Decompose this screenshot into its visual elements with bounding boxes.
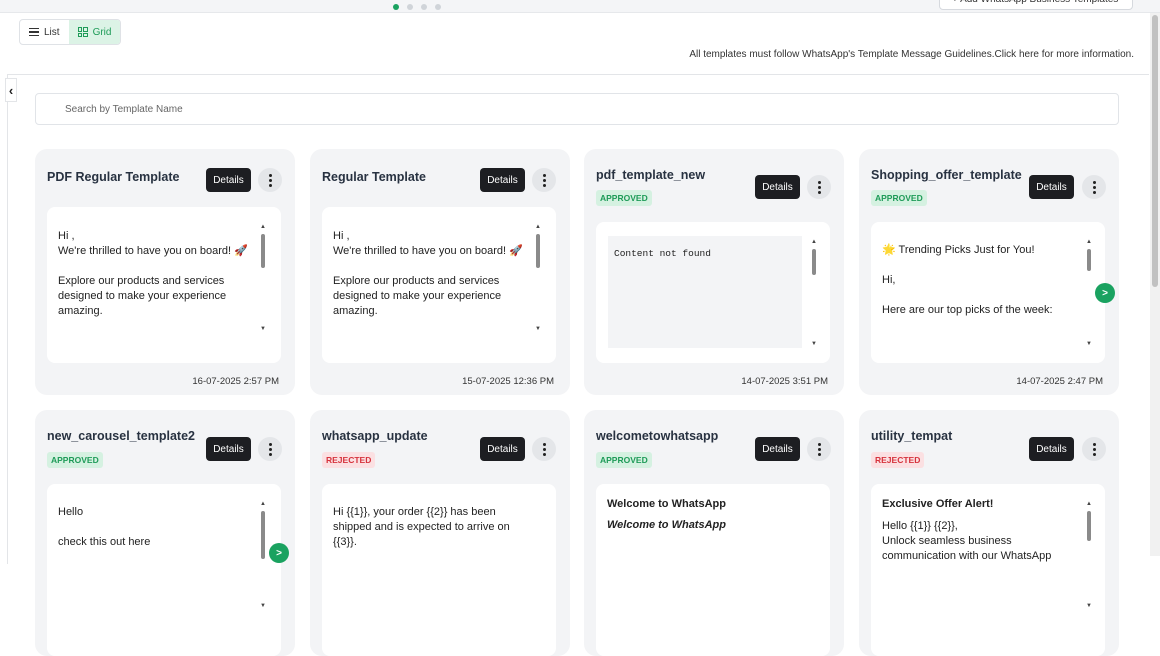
carousel-next-button[interactable]: >: [269, 543, 289, 563]
grid-view-button[interactable]: Grid: [68, 20, 121, 44]
template-preview: 🌟 Trending Picks Just for You! Hi, Here …: [871, 222, 1105, 363]
pagination-dots: [393, 0, 483, 10]
template-title: welcometowhatsapp: [596, 429, 719, 443]
preview-text: Hi , We're thrilled to have you on board…: [333, 230, 523, 317]
details-button[interactable]: Details: [480, 168, 525, 192]
more-options-icon[interactable]: [807, 175, 831, 199]
template-date: 16-07-2025 2:57 PM: [192, 376, 279, 387]
details-button[interactable]: Details: [1029, 437, 1074, 461]
template-preview: Hello check this out here ▲ ▼: [47, 484, 281, 656]
preview-text: 🌟 Trending Picks Just for You! Hi, Here …: [882, 244, 1053, 316]
template-card[interactable]: whatsapp_update REJECTED Details Hi {{1}…: [310, 410, 570, 656]
status-badge: APPROVED: [47, 452, 103, 468]
list-label: List: [44, 26, 60, 38]
dot-active[interactable]: [393, 4, 399, 10]
more-options-icon[interactable]: [258, 437, 282, 461]
details-button[interactable]: Details: [755, 175, 800, 199]
template-date: 14-07-2025 3:51 PM: [741, 376, 828, 387]
template-title: utility_tempat: [871, 429, 953, 443]
page-scrollbar[interactable]: [1150, 13, 1160, 556]
template-date: 14-07-2025 2:47 PM: [1016, 376, 1103, 387]
preview-scrollbar[interactable]: ▲ ▼: [1085, 501, 1093, 609]
add-template-button[interactable]: + Add WhatsApp Business Templates: [939, 0, 1133, 10]
preview-text: Hi {{1}}, your order {{2}} has been ship…: [333, 506, 513, 548]
template-preview: Hi , We're thrilled to have you on board…: [322, 207, 556, 363]
preview-scrollbar[interactable]: ▲ ▼: [1085, 239, 1093, 347]
template-card[interactable]: welcometowhatsapp APPROVED Details Welco…: [584, 410, 844, 656]
template-card[interactable]: utility_tempat REJECTED Details Exclusiv…: [859, 410, 1119, 656]
template-preview: Hi {{1}}, your order {{2}} has been ship…: [322, 484, 556, 656]
dot[interactable]: [421, 4, 427, 10]
template-card[interactable]: pdf_template_new APPROVED Details Conten…: [584, 149, 844, 395]
collapse-sidebar-button[interactable]: ‹: [5, 78, 17, 102]
template-card[interactable]: new_carousel_template2 APPROVED Details …: [35, 410, 295, 656]
template-title: Regular Template: [322, 170, 426, 184]
details-button[interactable]: Details: [206, 168, 251, 192]
preview-content-box: Content not found: [608, 236, 802, 348]
status-badge: APPROVED: [596, 452, 652, 468]
template-title: whatsapp_update: [322, 429, 428, 443]
preview-text: Hello check this out here: [58, 506, 151, 548]
carousel-next-button[interactable]: >: [1095, 283, 1115, 303]
template-preview: Content not found ▲ ▼: [596, 222, 830, 363]
preview-text: Hi , We're thrilled to have you on board…: [58, 230, 248, 317]
top-bar: + Add WhatsApp Business Templates: [0, 0, 1160, 13]
template-title: Shopping_offer_template: [871, 168, 1022, 182]
details-button[interactable]: Details: [1029, 175, 1074, 199]
preview-heading: Exclusive Offer Alert!: [882, 498, 994, 510]
more-options-icon[interactable]: [258, 168, 282, 192]
preview-text: Hello {{1}} {{2}}, Unlock seamless busin…: [882, 520, 1052, 562]
details-button[interactable]: Details: [755, 437, 800, 461]
dot[interactable]: [435, 4, 441, 10]
chevron-left-icon: ‹: [8, 82, 14, 98]
grid-label: Grid: [92, 26, 112, 38]
status-badge: APPROVED: [596, 190, 652, 206]
more-options-icon[interactable]: [1082, 175, 1106, 199]
more-options-icon[interactable]: [532, 437, 556, 461]
template-preview: Hi , We're thrilled to have you on board…: [47, 207, 281, 363]
preview-text: Content not found: [614, 248, 711, 259]
status-badge: APPROVED: [871, 190, 927, 206]
template-card[interactable]: PDF Regular Template Details Hi , We're …: [35, 149, 295, 395]
details-button[interactable]: Details: [206, 437, 251, 461]
view-toggle: List Grid: [19, 19, 122, 45]
status-badge: REJECTED: [322, 452, 376, 468]
more-options-icon[interactable]: [807, 437, 831, 461]
status-badge: REJECTED: [871, 452, 925, 468]
more-options-icon[interactable]: [532, 168, 556, 192]
preview-scrollbar[interactable]: ▲ ▼: [259, 501, 267, 609]
grid-icon: [77, 27, 88, 37]
template-title: new_carousel_template2: [47, 429, 195, 443]
preview-scrollbar[interactable]: ▲ ▼: [534, 224, 542, 332]
template-preview: Exclusive Offer Alert! Hello {{1}} {{2}}…: [871, 484, 1105, 656]
template-card[interactable]: Regular Template Details Hi , We're thri…: [310, 149, 570, 395]
search-input[interactable]: [35, 93, 1119, 125]
scrollbar-thumb[interactable]: [1152, 15, 1158, 287]
template-preview: Welcome to WhatsApp Welcome to WhatsApp: [596, 484, 830, 656]
guideline-link[interactable]: All templates must follow WhatsApp's Tem…: [689, 49, 1134, 60]
list-icon: [29, 28, 39, 36]
more-options-icon[interactable]: [1082, 437, 1106, 461]
template-title: PDF Regular Template: [47, 170, 180, 184]
preview-heading: Welcome to WhatsApp: [607, 498, 726, 510]
details-button[interactable]: Details: [480, 437, 525, 461]
template-title: pdf_template_new: [596, 168, 706, 182]
template-card[interactable]: Shopping_offer_template APPROVED Details…: [859, 149, 1119, 395]
preview-italic-text: Welcome to WhatsApp: [607, 519, 726, 531]
dot[interactable]: [407, 4, 413, 10]
template-date: 15-07-2025 12:36 PM: [462, 376, 554, 387]
preview-scrollbar[interactable]: ▲ ▼: [810, 239, 818, 347]
list-view-button[interactable]: List: [20, 20, 69, 44]
preview-scrollbar[interactable]: ▲ ▼: [259, 224, 267, 332]
